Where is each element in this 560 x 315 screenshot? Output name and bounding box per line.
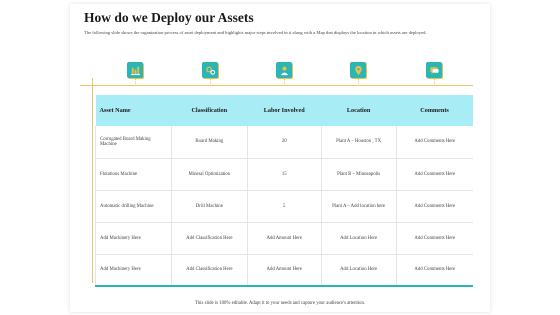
factory-icon [127,62,143,78]
cell-location: Plant B – Minneapolis [321,158,397,191]
header-labor-involved: Labor Involved [247,95,322,126]
cell-location: Plant A – Add location here [321,190,397,223]
cell-asset-name: Add Machinery Here [95,222,172,255]
gears-icon [202,62,218,78]
cell-labor: Add Amount Here [247,254,322,287]
cell-asset-name: Add Machinery Here [95,254,172,287]
cell-comments: Add Comments Here [396,190,473,223]
timeline-vertical-line [92,78,93,283]
table-row: Corrugated Board Making Machine Board Ma… [95,126,473,159]
cell-labor: 5 [247,190,322,223]
cell-comments: Add Comments Here [396,158,473,191]
cell-classification: Add Classification Here [171,222,248,255]
assets-table: Asset Name Classification Labor Involved… [95,95,473,287]
cell-labor: 20 [247,126,322,159]
page-title: How do we Deploy our Assets [84,10,254,25]
header-location: Location [321,95,397,126]
page-subtitle: The following slide shows the organizati… [84,30,427,35]
timeline-line [80,85,473,86]
table-row: Add Machinery Here Add Classification He… [95,254,473,287]
icon-connector [434,78,435,86]
header-comments: Comments [396,95,473,126]
table-row: Flotations Machine Mineral Optimization … [95,158,473,191]
cell-labor: Add Amount Here [247,222,322,255]
location-pin-icon [350,62,366,78]
cell-comments: Add Comments Here [396,126,473,159]
cell-location: Add Location Here [321,254,397,287]
cell-asset-name: Automatic drilling Machine [95,190,172,223]
header-asset-name: Asset Name [95,95,172,126]
icon-connector [358,78,359,86]
cell-location: Plant A – Houston , TX [321,126,397,159]
icon-connector [284,78,285,86]
chat-icon [426,62,442,78]
cell-labor: 15 [247,158,322,191]
cell-location: Add Location Here [321,222,397,255]
table-row: Automatic drilling Machine Drill Machine… [95,190,473,223]
cell-classification: Board Making [171,126,248,159]
cell-comments: Add Comments Here [396,254,473,287]
icon-connector [135,78,136,86]
table-header-row: Asset Name Classification Labor Involved… [95,95,473,126]
cell-asset-name: Flotations Machine [95,158,172,191]
icon-connector [210,78,211,86]
cell-classification: Add Classification Here [171,254,248,287]
worker-icon [276,62,292,78]
cell-classification: Mineral Optimization [171,158,248,191]
table-row: Add Machinery Here Add Classification He… [95,222,473,255]
cell-asset-name: Corrugated Board Making Machine [95,126,172,159]
cell-classification: Drill Machine [171,190,248,223]
cell-comments: Add Comments Here [396,222,473,255]
footer-note: This slide is 100% editable. Adapt it to… [194,301,366,306]
header-classification: Classification [171,95,248,126]
